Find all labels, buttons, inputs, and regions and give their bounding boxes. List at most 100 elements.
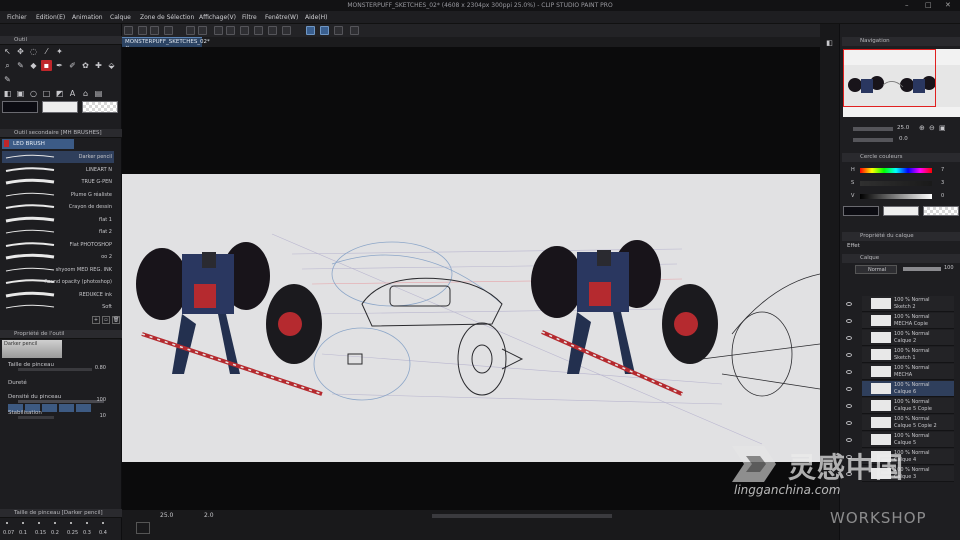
- brush-item[interactable]: Crayon de dessin: [2, 201, 114, 213]
- decoration-tool-icon[interactable]: ✿: [80, 60, 91, 71]
- ruler-tool-icon[interactable]: ◩: [54, 88, 65, 99]
- correct-line-tool-icon[interactable]: ▤: [93, 88, 104, 99]
- brush-item[interactable]: Darker pencil: [2, 151, 114, 163]
- menu-aide[interactable]: Aide(H): [305, 14, 327, 21]
- minimize-icon[interactable]: –: [905, 1, 909, 9]
- menu-animation[interactable]: Animation: [72, 14, 103, 21]
- menu-selection[interactable]: Zone de Sélection: [140, 14, 194, 21]
- ellipse-tool-icon[interactable]: ○: [28, 88, 39, 99]
- brush-item[interactable]: flat 2: [2, 226, 114, 238]
- brush-size-option[interactable]: 0.1: [19, 530, 27, 536]
- crop-icon[interactable]: [268, 26, 277, 35]
- layer-visibility-icon[interactable]: [846, 421, 852, 425]
- document-tab[interactable]: MONSTERPUFF_SKETCHES_02* ×: [122, 37, 210, 51]
- navigator-view-frame[interactable]: [843, 49, 936, 107]
- menu-fenetre[interactable]: Fenêtre(W): [265, 14, 298, 21]
- text-tool-icon[interactable]: A: [67, 88, 78, 99]
- brush-size-slider[interactable]: [18, 368, 92, 371]
- undo-icon[interactable]: [186, 26, 195, 35]
- brush-tool-icon[interactable]: ✎: [15, 60, 26, 71]
- canvas-area[interactable]: [122, 47, 820, 510]
- zoom-value[interactable]: 25.0: [160, 512, 173, 519]
- magic-wand-tool-icon[interactable]: ✦: [54, 46, 65, 57]
- brush-item[interactable]: Flat PHOTOSHOP: [2, 239, 114, 251]
- brush-item[interactable]: REDUKCE ink: [2, 289, 114, 301]
- save-icon[interactable]: [150, 26, 159, 35]
- eraser-tool-icon[interactable]: ◆: [28, 60, 39, 71]
- menu-filtre[interactable]: Filtre: [242, 14, 257, 21]
- frame-tool-icon[interactable]: □: [41, 88, 52, 99]
- layer-row[interactable]: 100 % Normal Calque 5 Copie 2: [862, 415, 954, 431]
- blend-mode-select[interactable]: Normal: [855, 265, 897, 274]
- hardness-property[interactable]: Dureté: [4, 380, 116, 390]
- main-color-swatch[interactable]: [2, 101, 38, 113]
- saturation-slider[interactable]: [860, 181, 932, 186]
- fill-tool-icon[interactable]: ⬙: [106, 60, 117, 71]
- brush-size-option[interactable]: 0.07: [3, 530, 14, 536]
- navigator-zoom-slider[interactable]: [853, 127, 893, 131]
- menu-fichier[interactable]: Fichier: [7, 14, 27, 21]
- figure-tool-icon[interactable]: ▣: [15, 88, 26, 99]
- zoom-tool-icon[interactable]: ⌕: [2, 60, 13, 71]
- horizontal-scrollbar[interactable]: [432, 514, 612, 518]
- brush-item[interactable]: Plume G réaliste: [2, 189, 114, 201]
- stabilization-property[interactable]: Stabilisation 10: [4, 410, 116, 420]
- zoom-out-icon[interactable]: ⊖: [929, 124, 935, 132]
- open-file-icon[interactable]: [138, 26, 147, 35]
- pen-tool-icon[interactable]: ✒: [54, 60, 65, 71]
- copy-subtool-icon[interactable]: ▫: [102, 316, 110, 324]
- layer-visibility-icon[interactable]: [846, 387, 852, 391]
- brush-group-tab[interactable]: LEO BRUSH: [2, 139, 74, 149]
- layer-visibility-icon[interactable]: [846, 370, 852, 374]
- ruler-icon[interactable]: [350, 26, 359, 35]
- brush-item[interactable]: Soft: [2, 301, 114, 313]
- layer-visibility-icon[interactable]: [846, 336, 852, 340]
- select-all-icon[interactable]: [282, 26, 291, 35]
- layer-row[interactable]: 100 % Normal Sketch 2: [862, 296, 954, 312]
- transparent-color-swatch[interactable]: [82, 101, 118, 113]
- delete-subtool-icon[interactable]: 🗑: [112, 316, 120, 324]
- new-subtool-icon[interactable]: +: [92, 316, 100, 324]
- new-file-icon[interactable]: [124, 26, 133, 35]
- gradient-tool-icon[interactable]: ◧: [2, 88, 13, 99]
- redo-icon[interactable]: [198, 26, 207, 35]
- menu-edition[interactable]: Edition(E): [36, 14, 65, 21]
- maximize-icon[interactable]: □: [925, 1, 932, 9]
- right-sub-color-swatch[interactable]: [883, 206, 919, 216]
- layer-visibility-icon[interactable]: [846, 404, 852, 408]
- grid-snap-icon[interactable]: [334, 26, 343, 35]
- airbrush-tool-icon[interactable]: ✐: [67, 60, 78, 71]
- layer-row[interactable]: 100 % Normal Calque 5 Copie: [862, 398, 954, 414]
- stabilization-slider[interactable]: [18, 416, 54, 419]
- brush-item[interactable]: shyoom MED REG. INK: [2, 264, 114, 276]
- pencil-tool-icon[interactable]: ▪: [41, 60, 52, 71]
- panel-collapse-icon[interactable]: ◧: [824, 38, 835, 49]
- ruler-snap-icon[interactable]: [306, 26, 315, 35]
- brush-size-property[interactable]: Taille de pinceau 0.80: [4, 362, 116, 372]
- blend-tool-icon[interactable]: ✚: [93, 60, 104, 71]
- menu-affichage[interactable]: Affichage(V): [199, 14, 236, 21]
- brush-size-option[interactable]: 0.2: [51, 530, 59, 536]
- brush-item[interactable]: TRUE G-PEN: [2, 176, 114, 188]
- clear-icon[interactable]: [214, 26, 223, 35]
- lasso-tool-icon[interactable]: ◌: [28, 46, 39, 57]
- brush-item[interactable]: LINEART N: [2, 164, 114, 176]
- layer-visibility-icon[interactable]: [846, 302, 852, 306]
- layer-row[interactable]: 100 % Normal MECHA Copie: [862, 313, 954, 329]
- brush-density-property[interactable]: Densité du pinceau 100: [4, 394, 116, 404]
- eyedropper-tool-icon[interactable]: ⁄: [41, 46, 52, 57]
- layer-row[interactable]: 100 % Normal MECHA: [862, 364, 954, 380]
- hue-slider[interactable]: [860, 168, 932, 173]
- zoom-in-icon[interactable]: ⊕: [919, 124, 925, 132]
- brush-item[interactable]: Round opacity (photoshop): [2, 276, 114, 288]
- value-slider[interactable]: [860, 194, 932, 199]
- right-transparent-swatch[interactable]: [923, 206, 959, 216]
- special-ruler-snap-icon[interactable]: [320, 26, 329, 35]
- transform-icon[interactable]: [226, 26, 235, 35]
- fit-view-icon[interactable]: ▣: [939, 124, 946, 132]
- menu-calque[interactable]: Calque: [110, 14, 131, 21]
- canvas-paper[interactable]: [122, 174, 820, 462]
- sub-color-swatch[interactable]: [42, 101, 78, 113]
- move-tool-icon[interactable]: ✥: [15, 46, 26, 57]
- navigator-rotation-slider[interactable]: [853, 138, 893, 142]
